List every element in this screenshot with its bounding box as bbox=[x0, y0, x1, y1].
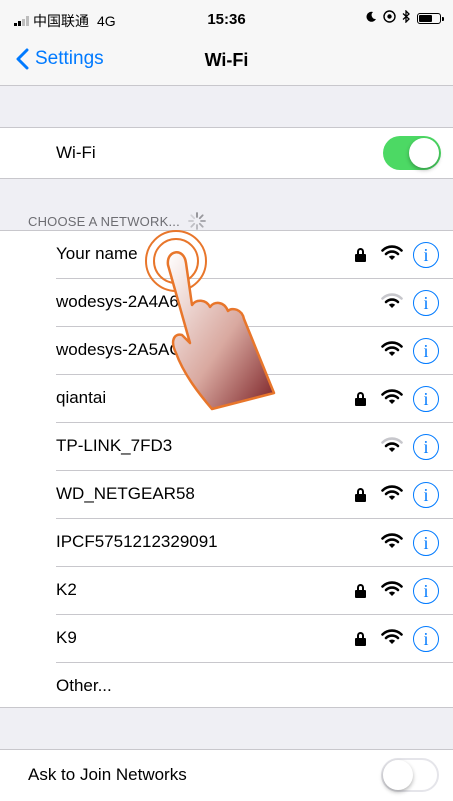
moon-icon bbox=[365, 11, 377, 26]
info-button[interactable]: i bbox=[413, 338, 439, 364]
network-name: TP-LINK_7FD3 bbox=[56, 436, 173, 455]
section-header: CHOOSE A NETWORK... bbox=[28, 212, 206, 230]
info-button[interactable]: i bbox=[413, 242, 439, 268]
network-row[interactable]: Your name i bbox=[0, 231, 453, 279]
ask-to-join-label: Ask to Join Networks bbox=[28, 765, 187, 784]
network-name: Your name bbox=[56, 244, 138, 263]
network-row[interactable]: wodesys-2A4A64 i bbox=[0, 279, 453, 327]
network-row[interactable]: IPCF5751212329091 i bbox=[0, 519, 453, 567]
network-name: K9 bbox=[56, 628, 77, 647]
wifi-signal-icon bbox=[381, 484, 403, 502]
ask-to-join-toggle[interactable] bbox=[381, 758, 439, 792]
info-button[interactable]: i bbox=[413, 482, 439, 508]
info-button[interactable]: i bbox=[413, 290, 439, 316]
toggle-knob bbox=[383, 760, 413, 790]
other-network-label: Other... bbox=[56, 676, 112, 695]
network-row[interactable]: TP-LINK_7FD3 i bbox=[0, 423, 453, 471]
toggle-knob bbox=[409, 138, 439, 168]
status-right bbox=[365, 9, 444, 26]
wifi-label: Wi-Fi bbox=[56, 143, 96, 162]
wifi-signal-icon bbox=[381, 292, 403, 310]
loading-spinner-icon bbox=[187, 212, 206, 230]
page-title: Wi-Fi bbox=[204, 50, 249, 70]
navigation-bar: Settings Wi-Fi bbox=[0, 38, 453, 86]
lock-icon bbox=[355, 632, 366, 646]
wifi-toggle-row: Wi-Fi bbox=[0, 127, 453, 179]
network-name: WD_NETGEAR58 bbox=[56, 484, 195, 503]
network-name: K2 bbox=[56, 580, 77, 599]
network-row[interactable]: WD_NETGEAR58 i bbox=[0, 471, 453, 519]
wifi-signal-icon bbox=[381, 244, 403, 262]
network-row[interactable]: wodesys-2A5AC0 i bbox=[0, 327, 453, 375]
info-button[interactable]: i bbox=[413, 530, 439, 556]
wifi-signal-icon bbox=[381, 436, 403, 454]
wifi-signal-icon bbox=[381, 532, 403, 550]
battery-icon bbox=[417, 12, 444, 24]
section-header-label: CHOOSE A NETWORK... bbox=[28, 213, 180, 229]
wifi-signal-icon bbox=[381, 340, 403, 358]
network-name: IPCF5751212329091 bbox=[56, 532, 218, 551]
network-name: qiantai bbox=[56, 388, 107, 407]
info-button[interactable]: i bbox=[413, 626, 439, 652]
wifi-toggle[interactable] bbox=[383, 136, 441, 170]
status-bar: 中国联通 4G 15:36 bbox=[0, 0, 453, 38]
network-list: Your name i wodesys-2A4A64 i wodesys-2A5AC0 i… bbox=[0, 230, 453, 708]
wifi-signal-icon bbox=[381, 388, 403, 406]
ask-to-join-row: Ask to Join Networks bbox=[0, 749, 453, 801]
network-row[interactable]: qiantai i bbox=[0, 375, 453, 423]
info-button[interactable]: i bbox=[413, 578, 439, 604]
lock-icon bbox=[355, 488, 366, 502]
wifi-signal-icon bbox=[381, 628, 403, 646]
bluetooth-icon bbox=[402, 9, 411, 26]
info-button[interactable]: i bbox=[413, 434, 439, 460]
battery-fill bbox=[419, 14, 432, 22]
lock-icon bbox=[355, 392, 366, 406]
network-name: wodesys-2A4A64 bbox=[56, 292, 189, 311]
wifi-signal-icon bbox=[381, 580, 403, 598]
other-network-row[interactable]: Other... bbox=[0, 663, 453, 711]
network-name: wodesys-2A5AC0 bbox=[56, 340, 192, 359]
network-row[interactable]: K9 i bbox=[0, 615, 453, 663]
info-button[interactable]: i bbox=[413, 386, 439, 412]
network-row[interactable]: K2 i bbox=[0, 567, 453, 615]
lock-icon bbox=[355, 248, 366, 262]
lock-icon bbox=[355, 584, 366, 598]
location-icon bbox=[383, 10, 396, 26]
